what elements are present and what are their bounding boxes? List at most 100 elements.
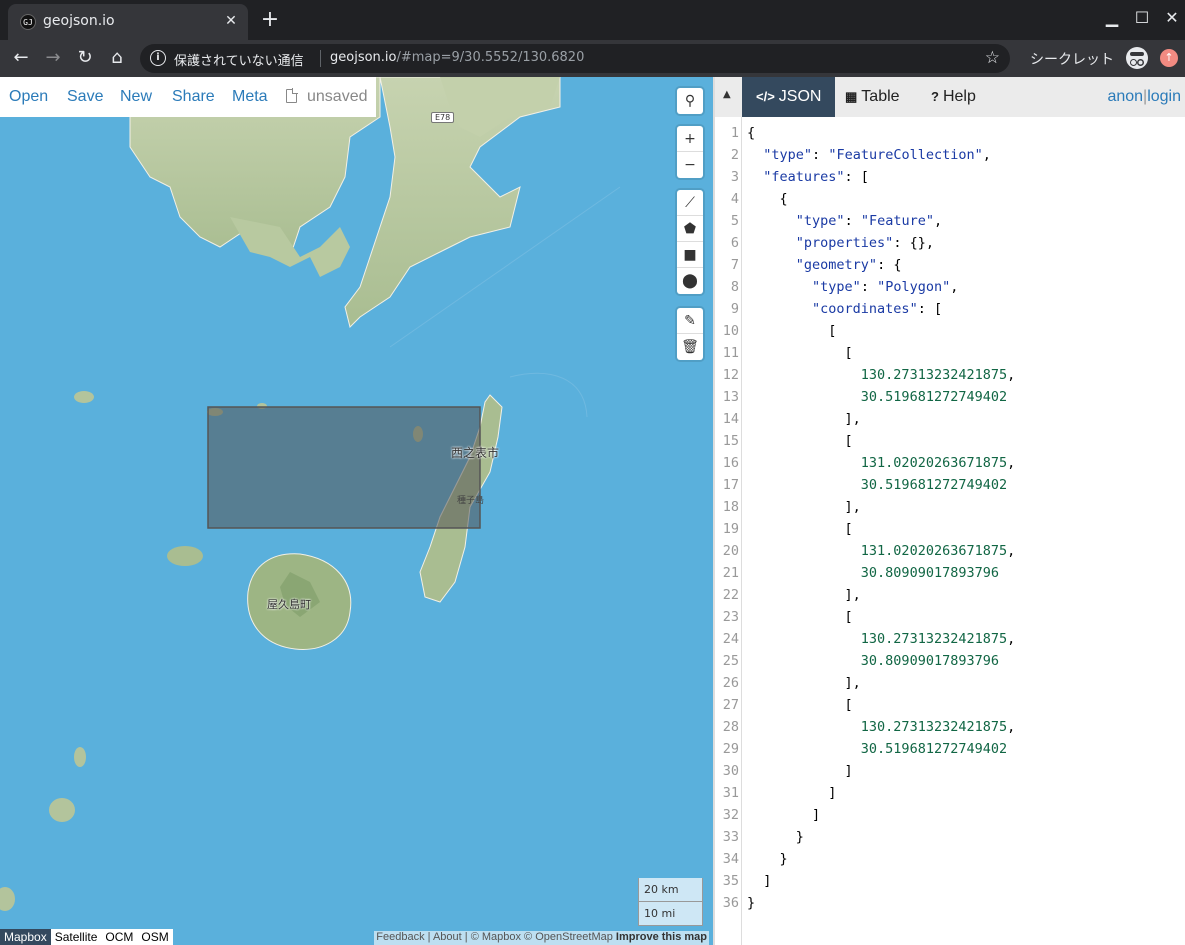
- basemap-osm[interactable]: OSM: [137, 929, 172, 945]
- login-link[interactable]: login: [1147, 88, 1181, 105]
- code-line[interactable]: 28 130.27313232421875,: [715, 716, 1185, 738]
- incognito-icon[interactable]: [1126, 47, 1148, 69]
- code-text: "type": "Polygon",: [747, 276, 958, 298]
- code-line[interactable]: 7 "geometry": {: [715, 254, 1185, 276]
- code-line[interactable]: 10 [: [715, 320, 1185, 342]
- geojson-favicon-icon: GJ: [20, 14, 36, 30]
- new-button[interactable]: New: [120, 88, 152, 106]
- code-line[interactable]: 33 }: [715, 826, 1185, 848]
- code-line[interactable]: 18 ],: [715, 496, 1185, 518]
- code-line[interactable]: 26 ],: [715, 672, 1185, 694]
- line-number: 10: [722, 323, 739, 339]
- code-line[interactable]: 25 30.80909017893796: [715, 650, 1185, 672]
- code-line[interactable]: 36}: [715, 892, 1185, 914]
- code-token: :: [844, 213, 861, 229]
- tab-help[interactable]: ? Help: [917, 77, 990, 117]
- code-line[interactable]: 35 ]: [715, 870, 1185, 892]
- code-line[interactable]: 22 ],: [715, 584, 1185, 606]
- open-button[interactable]: Open: [9, 88, 48, 106]
- basemap-satellite[interactable]: Satellite: [51, 929, 102, 945]
- code-text: "coordinates": [: [747, 298, 942, 320]
- code-line[interactable]: 32 ]: [715, 804, 1185, 826]
- code-line[interactable]: 12 130.27313232421875,: [715, 364, 1185, 386]
- code-line[interactable]: 4 {: [715, 188, 1185, 210]
- line-number: 3: [730, 169, 739, 185]
- bookmark-star-icon[interactable]: ☆: [985, 48, 1000, 68]
- code-line[interactable]: 16 131.02020263671875,: [715, 452, 1185, 474]
- map-view[interactable]: Open Save New Share Meta unsaved E78 西之表…: [0, 77, 713, 945]
- anon-link[interactable]: anon: [1107, 88, 1143, 105]
- code-token: "type": [795, 213, 845, 229]
- maximize-icon[interactable]: ☐: [1130, 8, 1154, 28]
- save-button[interactable]: Save: [67, 88, 103, 106]
- code-line[interactable]: 27 [: [715, 694, 1185, 716]
- improve-map-link[interactable]: Improve this map: [616, 931, 707, 943]
- search-icon[interactable]: ⚲: [677, 88, 703, 114]
- draw-marker-icon[interactable]: ⬤: [677, 268, 703, 294]
- basemap-mapbox[interactable]: Mapbox: [0, 929, 51, 945]
- reload-icon[interactable]: ↻: [73, 46, 97, 70]
- road-shield: E78: [431, 112, 455, 123]
- minimize-icon[interactable]: ▁: [1100, 8, 1124, 28]
- code-token: ,: [1007, 367, 1016, 383]
- tab-json[interactable]: </> JSON: [742, 77, 836, 117]
- json-editor[interactable]: 1{2 "type": "FeatureCollection", 3 "featu…: [715, 117, 1185, 945]
- url-text[interactable]: geojson.io/#map=9/30.5552/130.6820: [330, 50, 584, 65]
- draw-line-icon[interactable]: ⟋: [677, 190, 703, 216]
- code-line[interactable]: 21 30.80909017893796: [715, 562, 1185, 584]
- info-icon[interactable]: i: [150, 50, 166, 66]
- code-line[interactable]: 9 "coordinates": [: [715, 298, 1185, 320]
- code-line[interactable]: 6 "properties": {},: [715, 232, 1185, 254]
- code-token: "features": [763, 169, 845, 185]
- address-bar[interactable]: i 保護されていない通信 geojson.io/#map=9/30.5552/1…: [140, 44, 1010, 73]
- draw-rectangle-icon[interactable]: ■: [677, 242, 703, 268]
- code-line[interactable]: 23 [: [715, 606, 1185, 628]
- collapse-pane-icon[interactable]: ▲: [723, 89, 731, 100]
- zoom-out-icon[interactable]: −: [677, 152, 703, 178]
- code-line[interactable]: 17 30.519681272749402: [715, 474, 1185, 496]
- window-close-icon[interactable]: ✕: [1160, 8, 1184, 28]
- code-token: "type": [763, 147, 813, 163]
- code-line[interactable]: 1{: [715, 122, 1185, 144]
- home-icon[interactable]: ⌂: [105, 46, 129, 70]
- code-line[interactable]: 11 [: [715, 342, 1185, 364]
- browser-tab[interactable]: GJ geojson.io ✕: [8, 4, 248, 40]
- code-line[interactable]: 19 [: [715, 518, 1185, 540]
- side-pane: ▲ </> JSON ▦ Table ? Help anon|login 1{2 "t…: [715, 77, 1185, 945]
- basemap-ocm[interactable]: OCM: [101, 929, 137, 945]
- code-line[interactable]: 15 [: [715, 430, 1185, 452]
- code-line[interactable]: 14 ],: [715, 408, 1185, 430]
- meta-button[interactable]: Meta: [232, 88, 268, 106]
- code-line[interactable]: 20 131.02020263671875,: [715, 540, 1185, 562]
- new-tab-icon[interactable]: +: [258, 8, 282, 32]
- edit-icon[interactable]: ✎: [677, 308, 703, 334]
- code-line[interactable]: 30 ]: [715, 760, 1185, 782]
- code-line[interactable]: 2 "type": "FeatureCollection",: [715, 144, 1185, 166]
- code-line[interactable]: 24 130.27313232421875,: [715, 628, 1185, 650]
- code-line[interactable]: 5 "type": "Feature",: [715, 210, 1185, 232]
- code-line[interactable]: 3 "features": [: [715, 166, 1185, 188]
- code-line[interactable]: 31 ]: [715, 782, 1185, 804]
- url-path: /#map=9/30.5552/130.6820: [396, 50, 585, 65]
- feedback-link[interactable]: Feedback: [376, 931, 424, 943]
- code-line[interactable]: 8 "type": "Polygon",: [715, 276, 1185, 298]
- back-arrow-icon[interactable]: ←: [9, 46, 33, 70]
- code-line[interactable]: 29 30.519681272749402: [715, 738, 1185, 760]
- trash-icon[interactable]: 🗑: [677, 334, 703, 360]
- tab-table[interactable]: ▦ Table: [831, 77, 914, 117]
- share-button[interactable]: Share: [172, 88, 215, 106]
- code-token: ],: [747, 499, 861, 515]
- tab-close-icon[interactable]: ✕: [222, 12, 240, 30]
- about-link[interactable]: About: [433, 931, 462, 943]
- code-line[interactable]: 34 }: [715, 848, 1185, 870]
- code-line[interactable]: 13 30.519681272749402: [715, 386, 1185, 408]
- line-number: 27: [722, 697, 739, 713]
- zoom-in-icon[interactable]: +: [677, 126, 703, 152]
- update-icon[interactable]: ↑: [1160, 49, 1178, 67]
- draw-polygon-icon[interactable]: ⬟: [677, 216, 703, 242]
- forward-arrow-icon[interactable]: →: [41, 46, 65, 70]
- code-text: "properties": {},: [747, 232, 934, 254]
